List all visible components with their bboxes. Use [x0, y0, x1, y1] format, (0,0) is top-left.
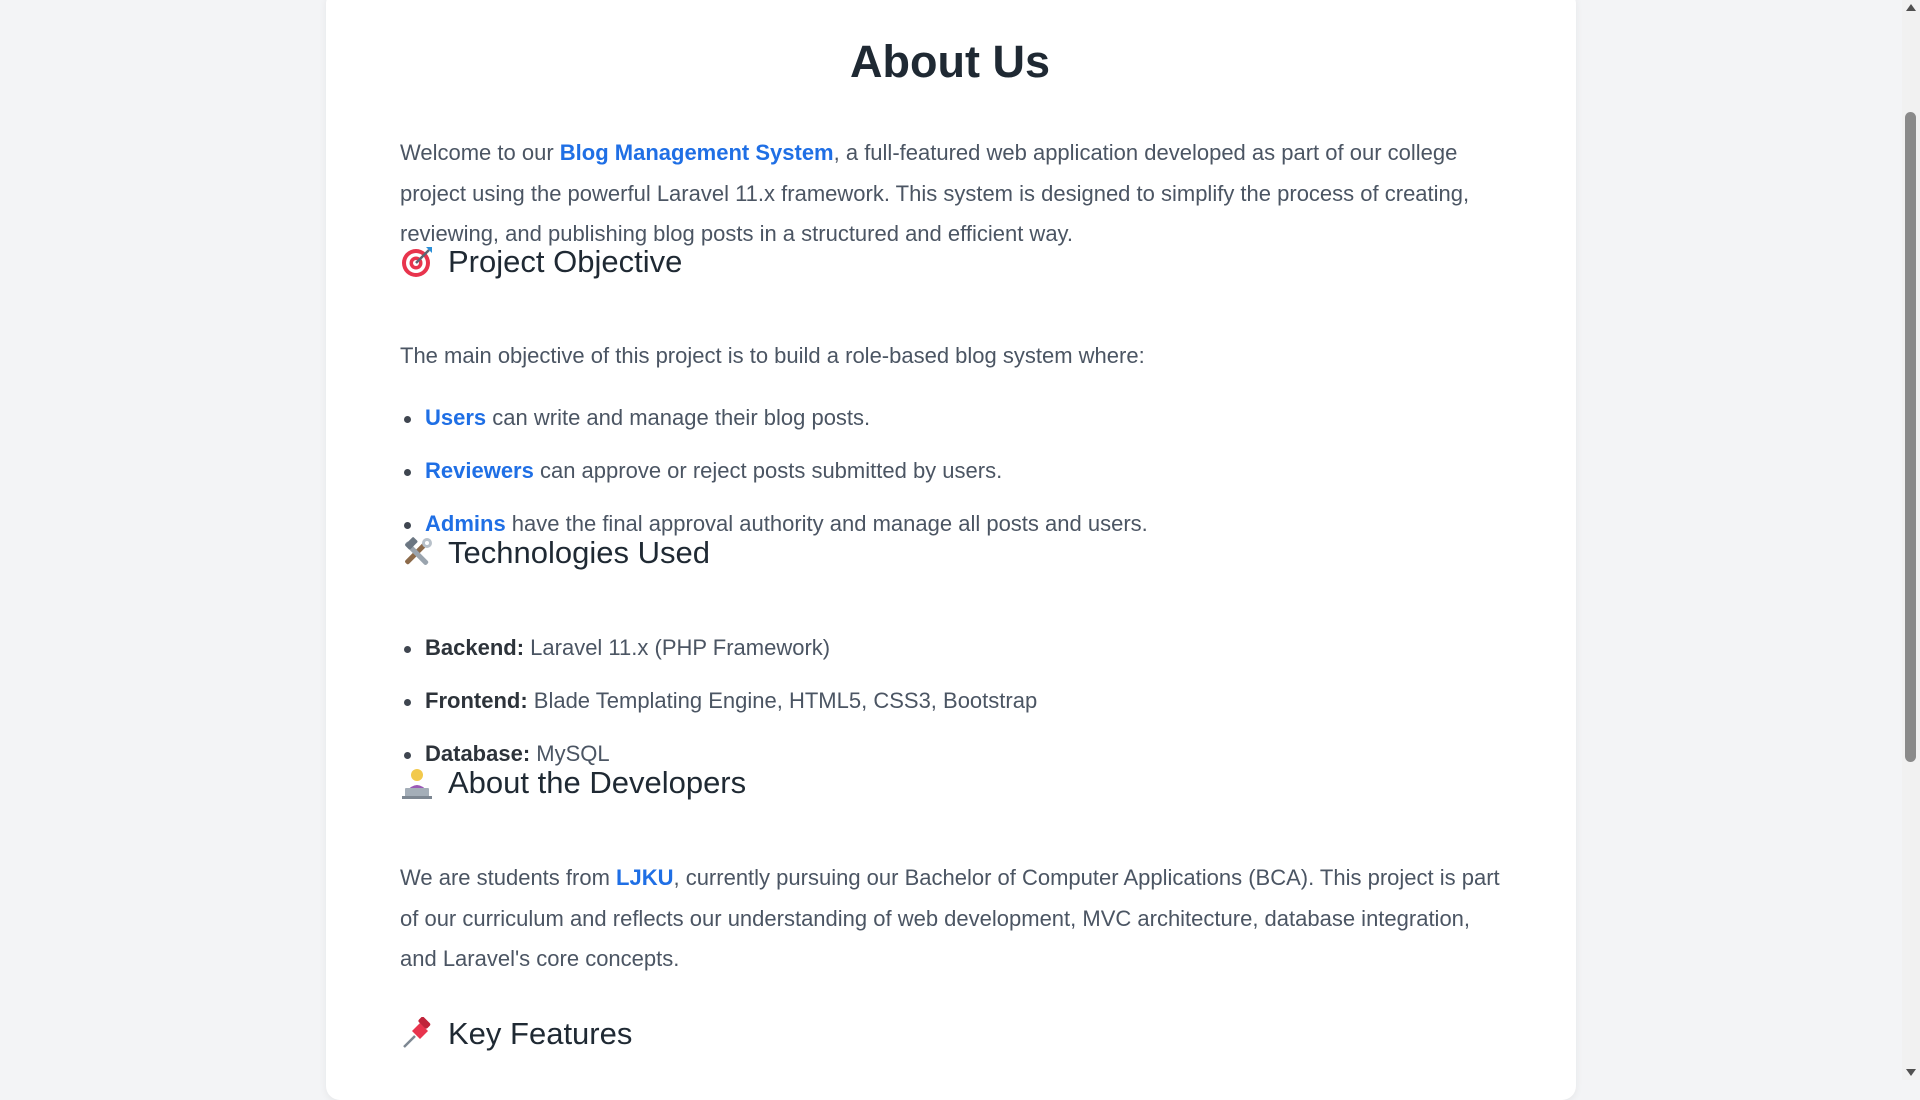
vertical-scrollbar[interactable]	[1902, 0, 1920, 1080]
technologies-heading: Technologies Used	[400, 535, 710, 571]
role-description: can write and manage their blog posts.	[486, 405, 871, 430]
blog-system-link[interactable]: Blog Management System	[560, 140, 834, 165]
tech-label: Database:	[425, 741, 531, 766]
scroll-down-arrow-icon[interactable]	[1906, 1069, 1916, 1076]
tech-value: Blade Templating Engine, HTML5, CSS3, Bo…	[527, 688, 1038, 713]
scrollbar-thumb[interactable]	[1905, 112, 1916, 762]
objective-heading: Project Objective	[400, 244, 682, 280]
role-link-users[interactable]: Users	[425, 405, 486, 430]
developers-heading: About the Developers	[400, 765, 746, 801]
features-heading: Key Features	[400, 1016, 632, 1052]
list-item: Frontend: Blade Templating Engine, HTML5…	[400, 686, 1500, 739]
scroll-up-arrow-icon[interactable]	[1906, 4, 1916, 11]
developers-paragraph: We are students from LJKU, currently pur…	[400, 858, 1500, 980]
developers-title: About the Developers	[448, 765, 747, 800]
role-link-reviewers[interactable]: Reviewers	[425, 458, 534, 483]
pushpin-icon	[400, 1016, 434, 1051]
technologies-title: Technologies Used	[448, 535, 710, 570]
intro-text-before: Welcome to our	[400, 140, 560, 165]
tech-label: Backend:	[425, 635, 525, 660]
list-item: Reviewers can approve or reject posts su…	[400, 456, 1500, 509]
developer-icon	[400, 766, 434, 800]
list-item: Users can write and manage their blog po…	[400, 403, 1500, 456]
features-title: Key Features	[448, 1016, 633, 1051]
tech-value: MySQL	[530, 741, 610, 766]
tech-value: Laravel 11.x (PHP Framework)	[524, 635, 831, 660]
developers-text-before: We are students from	[400, 865, 617, 890]
objective-title: Project Objective	[448, 244, 683, 279]
intro-paragraph: Welcome to our Blog Management System, a…	[400, 133, 1500, 255]
role-link-admins[interactable]: Admins	[425, 511, 506, 536]
objective-lead: The main objective of this project is to…	[400, 343, 1145, 368]
about-card: About Us Welcome to our Blog Management …	[326, 0, 1576, 1100]
target-icon	[400, 245, 434, 279]
tools-icon	[400, 536, 434, 570]
ljku-link[interactable]: LJKU	[616, 865, 673, 890]
tech-label: Frontend:	[425, 688, 528, 713]
role-description: have the final approval authority and ma…	[505, 511, 1148, 536]
role-description: can approve or reject posts submitted by…	[533, 458, 1003, 483]
list-item: Backend: Laravel 11.x (PHP Framework)	[400, 633, 1500, 686]
page-title: About Us	[850, 36, 1050, 87]
